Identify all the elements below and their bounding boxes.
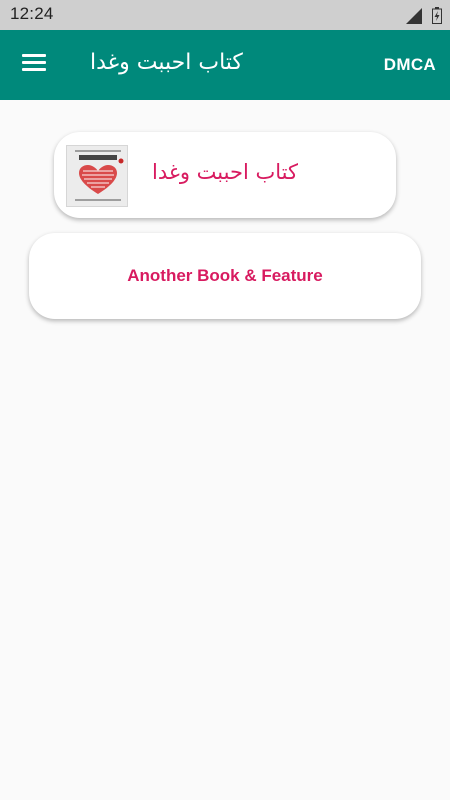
status-icons — [406, 7, 442, 24]
hamburger-menu-icon[interactable] — [20, 51, 48, 79]
app-bar: كتاب احببت وغدا DMCA — [0, 30, 450, 100]
signal-icon — [406, 7, 422, 24]
another-book-card[interactable]: Another Book & Feature — [29, 233, 421, 319]
book-card[interactable]: كتاب احببت وغدا — [54, 132, 396, 218]
status-bar: 12:24 — [0, 0, 450, 30]
another-book-label: Another Book & Feature — [127, 266, 323, 285]
dmca-button[interactable]: DMCA — [384, 55, 436, 75]
battery-icon — [432, 7, 442, 24]
book-card-label: كتاب احببت وغدا — [152, 160, 298, 184]
book-cover-icon — [66, 145, 128, 207]
app-title: كتاب احببت وغدا — [90, 50, 243, 75]
status-time: 12:24 — [10, 4, 54, 23]
